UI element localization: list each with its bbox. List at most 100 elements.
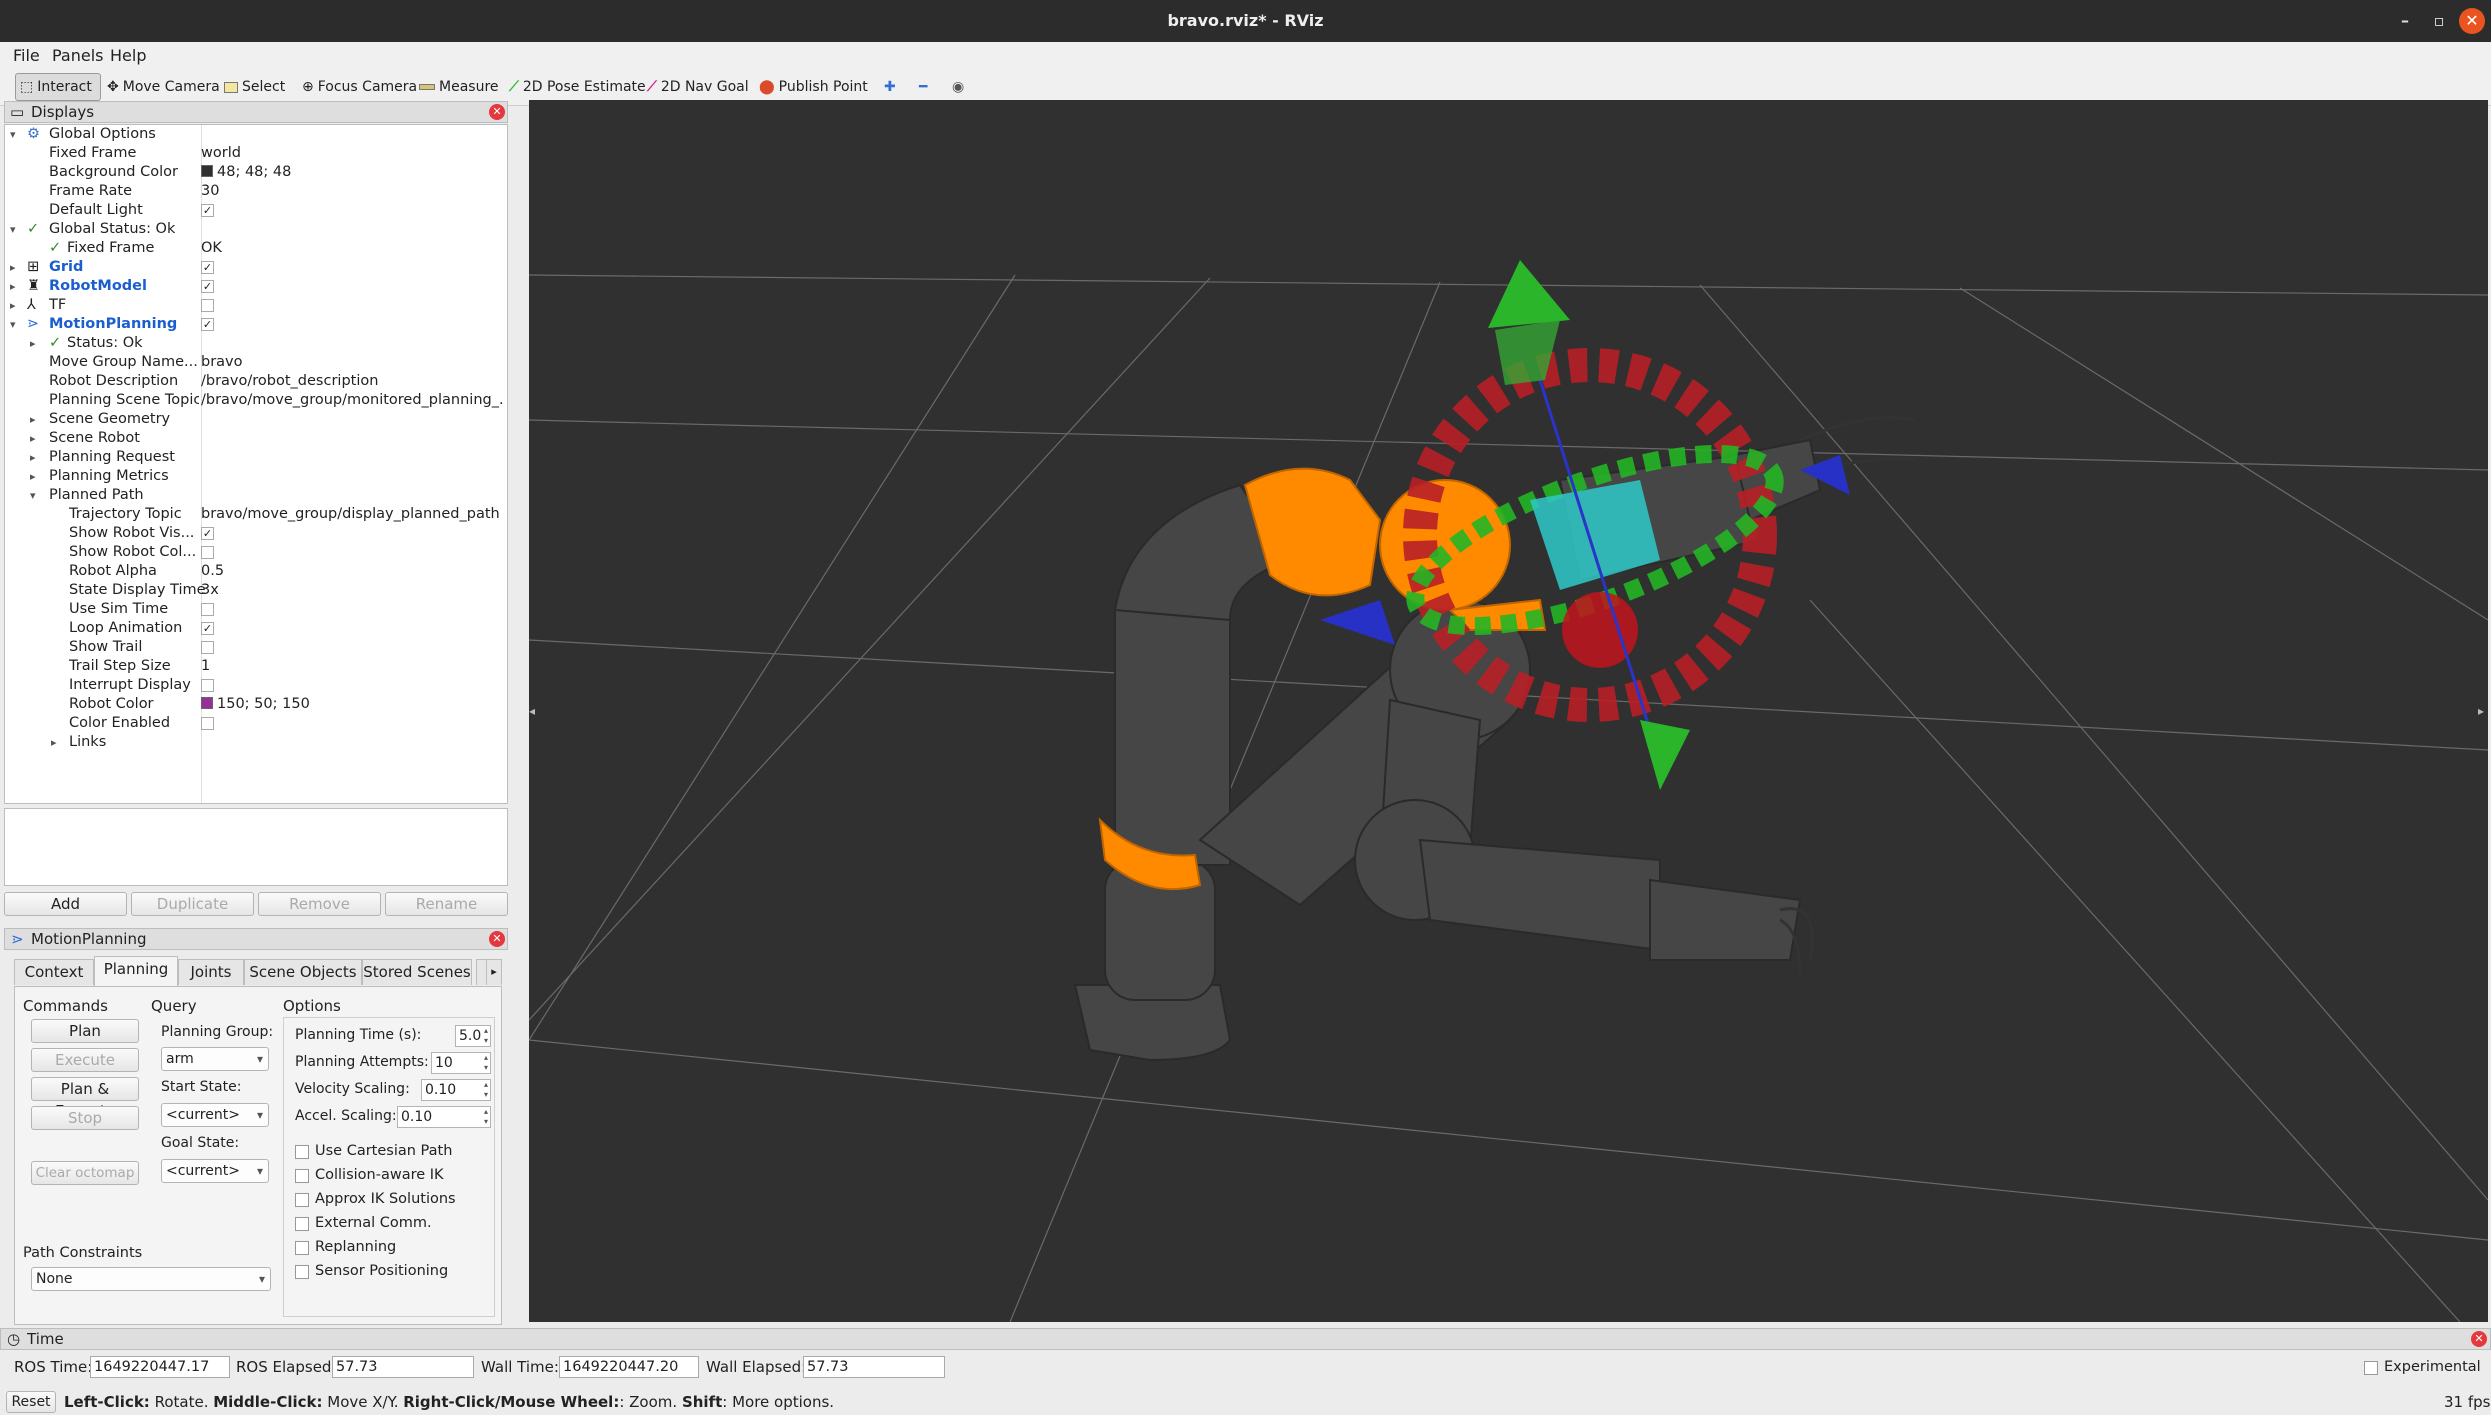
close-window-button[interactable]: ✕ (2459, 8, 2485, 34)
loop-animation-checkbox[interactable]: ✓ (201, 622, 214, 635)
measure-tool[interactable]: Measure (415, 73, 503, 101)
tree-row-planning-scene-topic[interactable]: Planning Scene Topic /bravo/move_group/m… (5, 391, 507, 410)
tree-row-motion-planning[interactable]: ▾ ⋗ MotionPlanning ✓ (5, 315, 507, 334)
render-viewport[interactable]: ◂ ▸ (529, 100, 2488, 1322)
tree-row-use-sim-time[interactable]: Use Sim Time (5, 600, 507, 619)
tree-row-scene-robot[interactable]: ▸ Scene Robot (5, 429, 507, 448)
tree-row-grid[interactable]: ▸ ⊞ Grid ✓ (5, 258, 507, 277)
tf-checkbox[interactable] (201, 299, 214, 312)
remove-tool-icon[interactable]: ━ (915, 73, 931, 101)
add-tool-icon[interactable]: ✚ (880, 73, 900, 101)
tree-row-robot-model[interactable]: ▸ ♜ RobotModel ✓ (5, 277, 507, 296)
tree-row-show-robot-visual[interactable]: Show Robot Vis... ✓ (5, 524, 507, 543)
wall-time-field[interactable]: 1649220447.20 (559, 1356, 699, 1378)
tree-row-scene-geometry[interactable]: ▸ Scene Geometry (5, 410, 507, 429)
default-light-checkbox[interactable]: ✓ (201, 204, 214, 217)
tab-scene-objects[interactable]: Scene Objects (244, 959, 362, 985)
color-enabled-checkbox[interactable] (201, 717, 214, 730)
robot-model-checkbox[interactable]: ✓ (201, 280, 214, 293)
minimize-button[interactable]: – (2392, 8, 2418, 34)
tree-row-status-fixed-frame[interactable]: ✓ Fixed Frame OK (5, 239, 507, 258)
grid-checkbox[interactable]: ✓ (201, 261, 214, 274)
show-trail-checkbox[interactable] (201, 641, 214, 654)
select-tool[interactable]: Select (220, 73, 289, 101)
remove-display-button[interactable]: Remove (258, 892, 381, 916)
motion-planning-checkbox[interactable]: ✓ (201, 318, 214, 331)
tab-planning[interactable]: Planning (94, 956, 178, 986)
move-camera-tool[interactable]: ✥ Move Camera (103, 73, 224, 101)
tree-row-mp-status[interactable]: ▸ ✓ Status: Ok (5, 334, 507, 353)
approx-ik-checkbox[interactable]: Approx IK Solutions (295, 1191, 456, 1207)
clear-octomap-button[interactable]: Clear octomap (31, 1161, 139, 1185)
tab-joints[interactable]: Joints (178, 959, 244, 985)
tab-scroll-right-icon[interactable]: ▸ (486, 959, 502, 985)
plan-execute-button[interactable]: Plan & Execute (31, 1077, 139, 1120)
motion-planning-close-icon[interactable]: ✕ (489, 931, 505, 947)
tree-row-robot-color[interactable]: Robot Color 150; 50; 150 (5, 695, 507, 714)
time-close-icon[interactable]: ✕ (2471, 1331, 2487, 1347)
tab-stored-scenes[interactable]: Stored Scenes (362, 959, 472, 985)
show-robot-collision-checkbox[interactable] (201, 546, 214, 559)
tree-row-robot-alpha[interactable]: Robot Alpha 0.5 (5, 562, 507, 581)
pose-estimate-tool[interactable]: ⟋ 2D Pose Estimate (505, 73, 650, 101)
menu-panels[interactable]: Panels (52, 46, 104, 65)
tree-row-state-display-time[interactable]: State Display Time 3x (5, 581, 507, 600)
tree-row-global-status[interactable]: ▾ ✓ Global Status: Ok (5, 220, 507, 239)
show-robot-visual-checkbox[interactable]: ✓ (201, 527, 214, 540)
start-state-select[interactable]: <current> (161, 1103, 269, 1127)
tree-row-global-options[interactable]: ▾ ⚙ Global Options (5, 125, 507, 144)
stop-button[interactable]: Stop (31, 1106, 139, 1130)
ros-elapsed-field[interactable]: 57.73 (332, 1356, 474, 1378)
tree-row-trail-step-size[interactable]: Trail Step Size 1 (5, 657, 507, 676)
menu-file[interactable]: File (13, 46, 40, 65)
velocity-scaling-spinbox[interactable]: 0.10 (421, 1079, 491, 1101)
right-collapse-icon[interactable]: ▸ (2478, 704, 2484, 718)
tree-row-robot-description[interactable]: Robot Description /bravo/robot_descripti… (5, 372, 507, 391)
tree-row-show-robot-collision[interactable]: Show Robot Col... (5, 543, 507, 562)
tree-row-planning-request[interactable]: ▸ Planning Request (5, 448, 507, 467)
tree-row-fixed-frame[interactable]: Fixed Frame world (5, 144, 507, 163)
collision-aware-ik-checkbox[interactable]: Collision-aware IK (295, 1167, 444, 1183)
displays-close-icon[interactable]: ✕ (489, 104, 505, 120)
duplicate-display-button[interactable]: Duplicate (131, 892, 254, 916)
planning-group-select[interactable]: arm (161, 1047, 269, 1071)
rename-display-button[interactable]: Rename (385, 892, 508, 916)
tree-row-interrupt-display[interactable]: Interrupt Display (5, 676, 507, 695)
tree-row-move-group[interactable]: Move Group Name... bravo (5, 353, 507, 372)
external-comm-checkbox[interactable]: External Comm. (295, 1215, 432, 1231)
tree-row-frame-rate[interactable]: Frame Rate 30 (5, 182, 507, 201)
use-sim-time-checkbox[interactable] (201, 603, 214, 616)
tree-row-links[interactable]: ▸ Links (5, 733, 507, 752)
execute-button[interactable]: Execute (31, 1048, 139, 1072)
tree-row-show-trail[interactable]: Show Trail (5, 638, 507, 657)
ros-time-field[interactable]: 1649220447.17 (90, 1356, 230, 1378)
experimental-checkbox[interactable]: Experimental (2364, 1359, 2481, 1375)
path-constraints-select[interactable]: None (31, 1267, 271, 1291)
interact-tool[interactable]: ⬚ Interact (15, 73, 101, 101)
tree-row-planned-path[interactable]: ▾ Planned Path (5, 486, 507, 505)
tree-row-loop-animation[interactable]: Loop Animation ✓ (5, 619, 507, 638)
wall-elapsed-field[interactable]: 57.73 (803, 1356, 945, 1378)
focus-camera-tool[interactable]: ⊕ Focus Camera (298, 73, 421, 101)
left-collapse-icon[interactable]: ◂ (529, 704, 535, 718)
tree-row-default-light[interactable]: Default Light ✓ (5, 201, 507, 220)
tree-row-tf[interactable]: ▸ ⅄ TF (5, 296, 507, 315)
menu-help[interactable]: Help (110, 46, 146, 65)
reset-button[interactable]: Reset (6, 1391, 56, 1413)
goal-state-select[interactable]: <current> (161, 1159, 269, 1183)
tree-row-background-color[interactable]: Background Color 48; 48; 48 (5, 163, 507, 182)
accel-scaling-spinbox[interactable]: 0.10 (397, 1106, 491, 1128)
add-display-button[interactable]: Add (4, 892, 127, 916)
use-cartesian-path-checkbox[interactable]: Use Cartesian Path (295, 1143, 452, 1159)
publish-point-tool[interactable]: ⬤ Publish Point (755, 73, 872, 101)
maximize-button[interactable]: ▫ (2426, 8, 2452, 34)
nav-goal-tool[interactable]: ⟋ 2D Nav Goal (643, 73, 753, 101)
tab-context[interactable]: Context (14, 959, 94, 985)
replanning-checkbox[interactable]: Replanning (295, 1239, 396, 1255)
sensor-positioning-checkbox[interactable]: Sensor Positioning (295, 1263, 448, 1279)
tree-row-trajectory-topic[interactable]: Trajectory Topic bravo/move_group/displa… (5, 505, 507, 524)
interrupt-display-checkbox[interactable] (201, 679, 214, 692)
tool-properties-icon[interactable]: ◉ (948, 73, 968, 101)
tree-row-color-enabled[interactable]: Color Enabled (5, 714, 507, 733)
tree-row-planning-metrics[interactable]: ▸ Planning Metrics (5, 467, 507, 486)
